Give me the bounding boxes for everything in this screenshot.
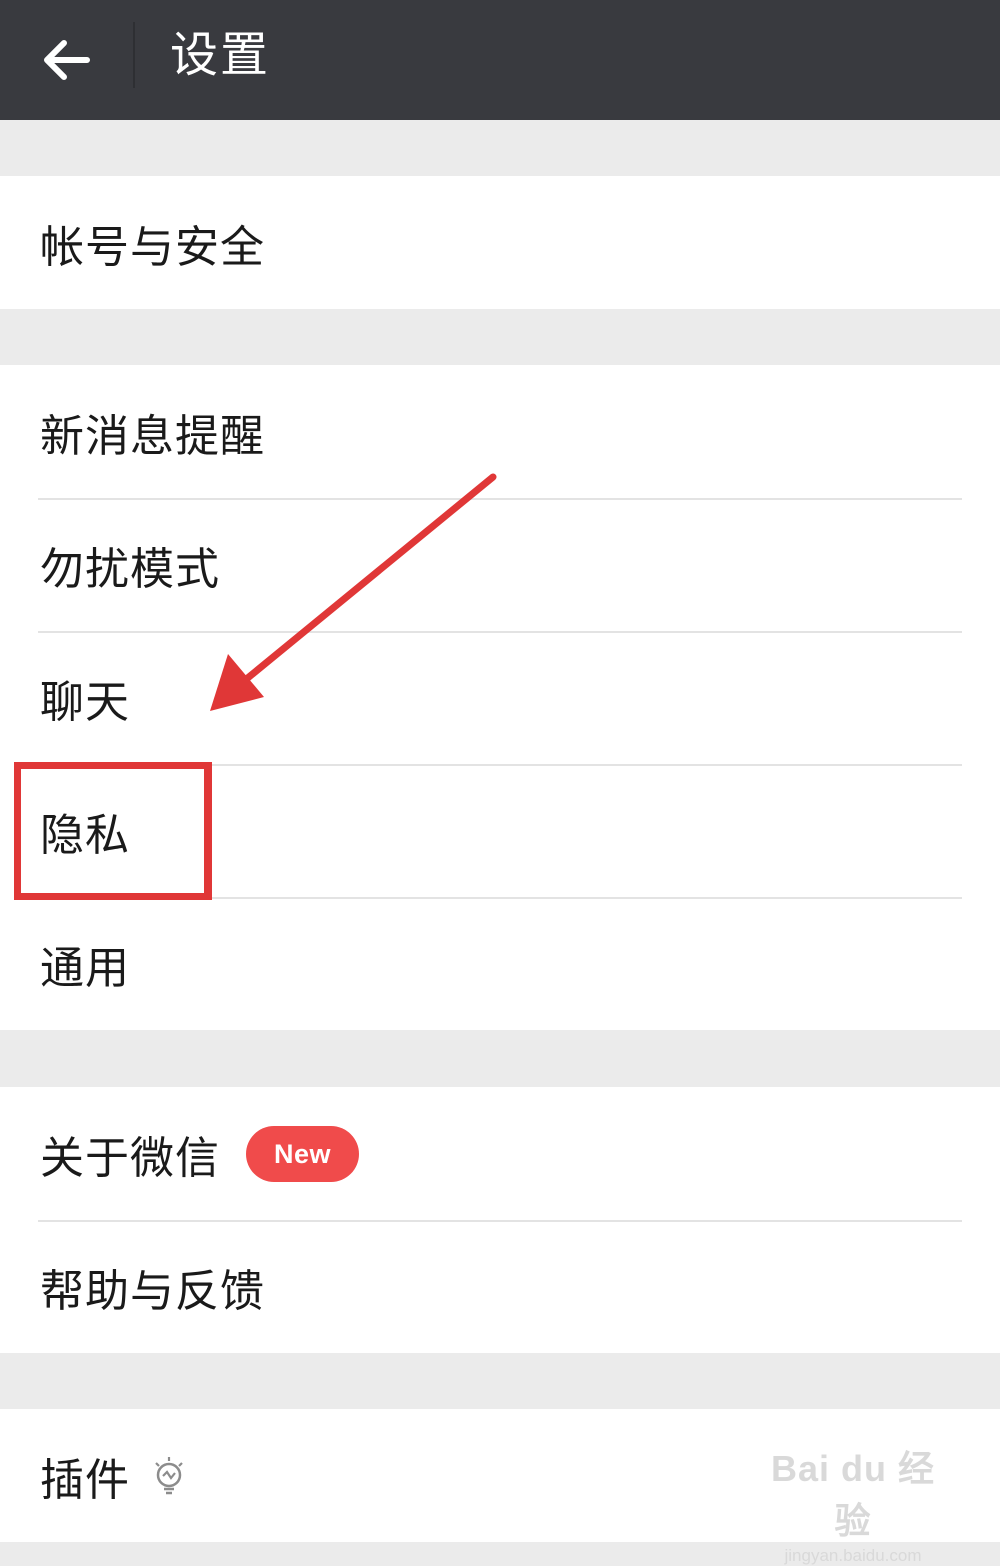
privacy-highlight-box bbox=[14, 762, 212, 900]
baidu-watermark: Bai du 经验 jingyan.baidu.com bbox=[770, 1448, 935, 1565]
